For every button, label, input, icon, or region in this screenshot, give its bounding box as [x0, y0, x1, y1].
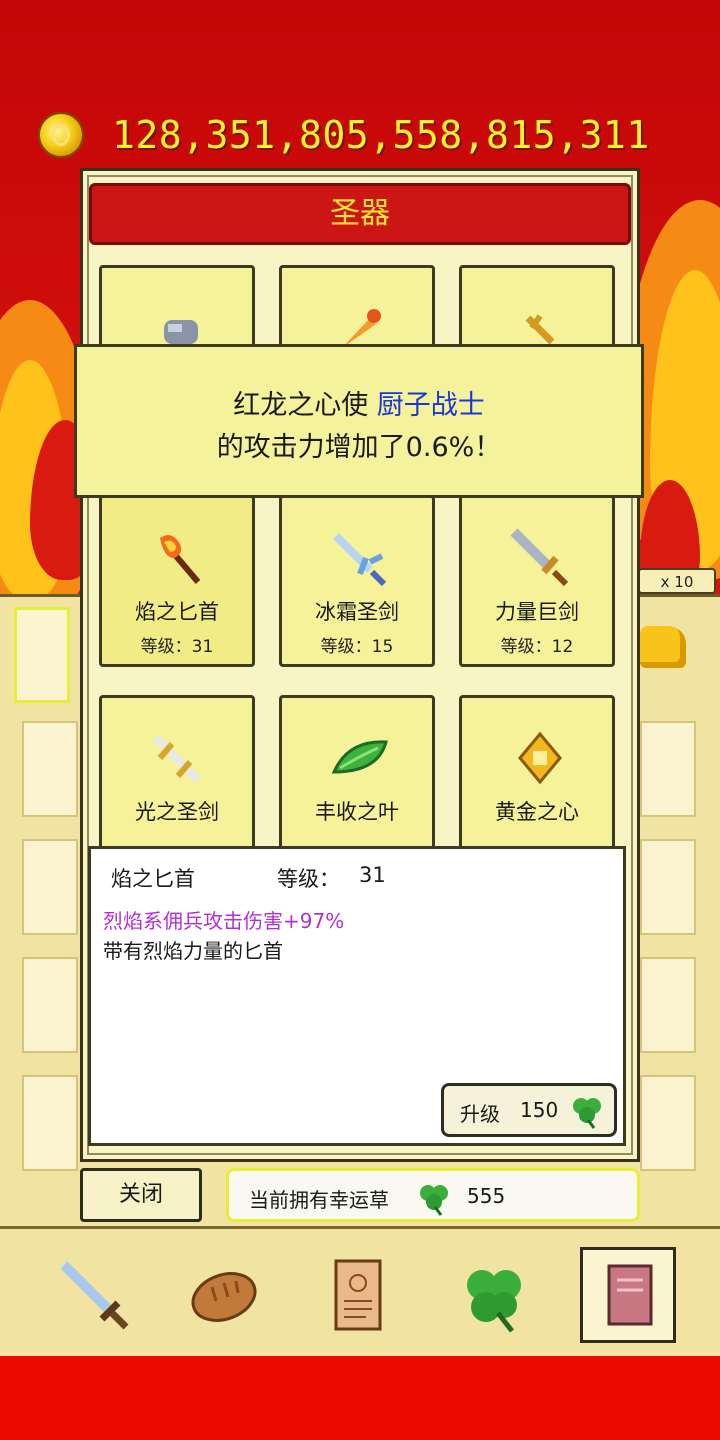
- relic-card-flame-dagger[interactable]: 焰之匕首 等级：31: [99, 495, 255, 667]
- gold-coin-icon: [38, 112, 84, 158]
- card-name: 光之圣剑: [135, 800, 219, 824]
- inventory-slot[interactable]: [640, 721, 696, 817]
- coin-amount: 128,351,805,558,815,311: [112, 113, 650, 157]
- upgrade-cost: 150: [520, 1098, 559, 1122]
- hero-name: 厨子战士: [376, 390, 485, 421]
- clover-icon: [573, 1098, 601, 1129]
- nav-weapons[interactable]: [46, 1247, 142, 1343]
- relic-detail-panel: 焰之匕首 等级： 31 烈焰系佣兵攻击伤害+97% 带有烈焰力量的匕首 升级 1…: [88, 846, 626, 1146]
- light-sword-icon: [153, 735, 201, 783]
- relic-card-golden-heart[interactable]: 黄金之心: [459, 695, 615, 867]
- lucky-clover-counter: 当前拥有幸运草 555: [226, 1168, 640, 1222]
- luck-value: 555: [467, 1184, 506, 1208]
- clover-icon: [467, 1270, 521, 1333]
- upgrade-button[interactable]: 升级 150: [441, 1083, 617, 1137]
- card-name: 焰之匕首: [135, 600, 219, 624]
- card-name: 黄金之心: [495, 800, 579, 824]
- sword-icon: [60, 1261, 129, 1330]
- inventory-slot[interactable]: [22, 721, 78, 817]
- inventory-slot[interactable]: [640, 839, 696, 935]
- flame-dagger-icon: [160, 535, 201, 584]
- nav-clover[interactable]: [446, 1247, 542, 1343]
- inventory-slot[interactable]: [640, 957, 696, 1053]
- relic-card-frost-sword[interactable]: 冰霜圣剑 等级：15: [279, 495, 435, 667]
- toast-line-1: 红龙之心使 厨子战士: [233, 390, 485, 421]
- upgrade-label: 升级: [460, 1102, 500, 1126]
- card-level: 等级：31: [140, 637, 214, 657]
- detail-level-value: 31: [359, 863, 386, 887]
- inventory-slot[interactable]: [640, 1075, 696, 1171]
- close-button[interactable]: 关闭: [80, 1168, 202, 1222]
- bottom-background: [0, 1356, 720, 1440]
- leaf-icon: [331, 740, 388, 774]
- coin-counter: 128,351,805,558,815,311: [38, 110, 650, 160]
- detail-level-label: 等级：: [277, 867, 340, 891]
- multiplier-badge[interactable]: x 10: [638, 568, 716, 594]
- book-icon: [607, 1264, 653, 1326]
- inventory-slot[interactable]: [22, 1075, 78, 1171]
- clover-icon: [420, 1185, 448, 1216]
- toast-line-2: 的攻击力增加了0.6%！: [216, 432, 502, 463]
- relic-card-great-sword[interactable]: 力量巨剑 等级：12: [459, 495, 615, 667]
- bread-icon: [191, 1272, 257, 1322]
- card-level: 等级：15: [320, 637, 394, 657]
- card-name: 冰霜圣剑: [315, 600, 399, 624]
- golden-heart-icon: [518, 731, 562, 785]
- nav-relics[interactable]: [580, 1247, 676, 1343]
- card-level: 等级：12: [500, 637, 574, 657]
- bottom-nav: [0, 1226, 720, 1356]
- inventory-slot[interactable]: [14, 607, 70, 703]
- frost-sword-icon: [333, 533, 387, 587]
- nav-quests[interactable]: [310, 1247, 406, 1343]
- card-name: 力量巨剑: [495, 600, 579, 624]
- nav-food[interactable]: [176, 1247, 272, 1343]
- relic-card-light-sword[interactable]: 光之圣剑: [99, 695, 255, 867]
- card-name: 丰收之叶: [315, 800, 399, 824]
- scroll-icon: [334, 1259, 382, 1331]
- luck-label: 当前拥有幸运草: [249, 1188, 389, 1212]
- notification-toast: 红龙之心使 厨子战士 的攻击力增加了0.6%！: [74, 344, 644, 498]
- detail-name: 焰之匕首: [111, 867, 195, 891]
- inventory-slot[interactable]: [22, 839, 78, 935]
- modal-title: 圣器: [89, 183, 631, 245]
- detail-effect: 烈焰系佣兵攻击伤害+97%: [103, 909, 345, 933]
- relic-card-harvest-leaf[interactable]: 丰收之叶: [279, 695, 435, 867]
- great-sword-icon: [510, 528, 569, 587]
- detail-description: 带有烈焰力量的匕首: [103, 939, 283, 963]
- cheese-icon: [640, 626, 686, 668]
- inventory-slot[interactable]: [22, 957, 78, 1053]
